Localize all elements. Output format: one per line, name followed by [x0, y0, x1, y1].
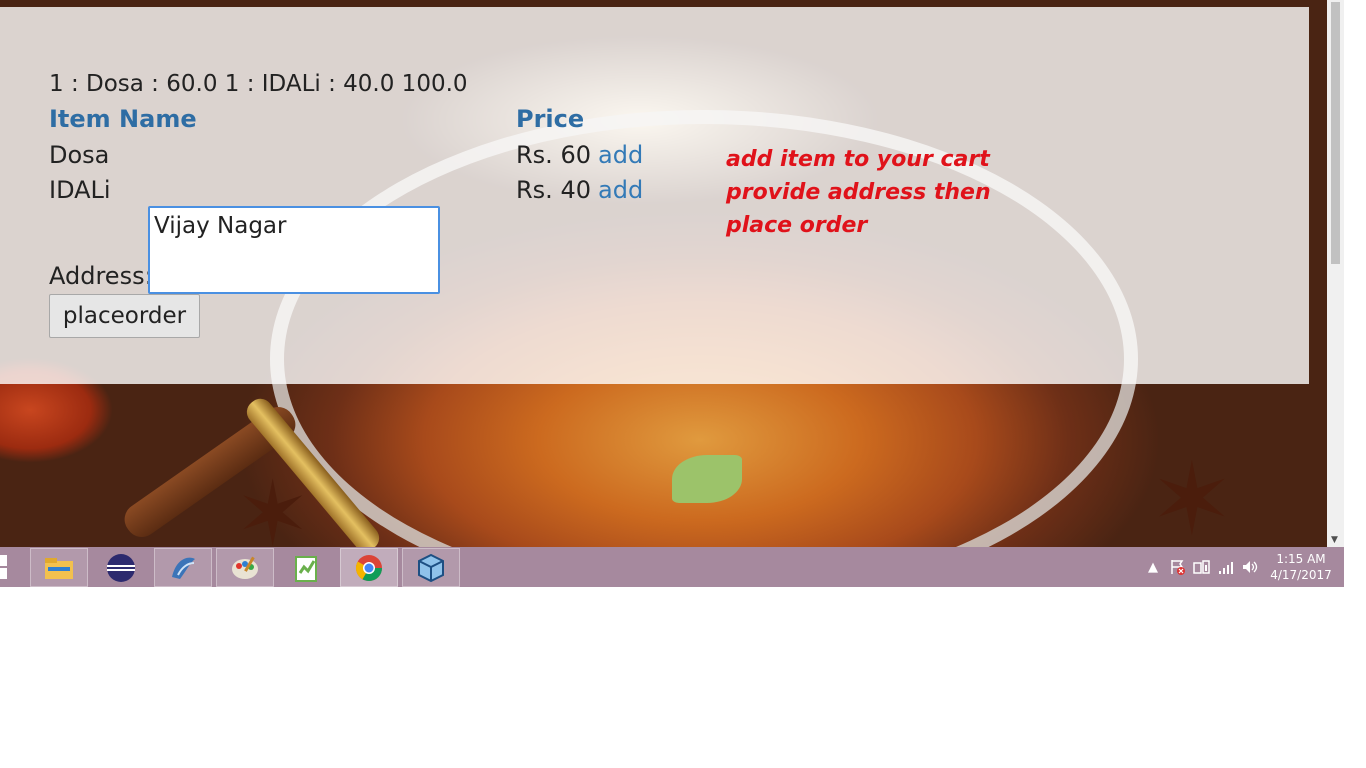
item-name: Dosa — [49, 141, 110, 169]
star-anise-decoration: ✶ — [1150, 441, 1234, 548]
eclipse-icon[interactable] — [92, 548, 150, 587]
chrome-icon[interactable] — [340, 548, 398, 587]
show-hidden-icons-icon[interactable]: ▲ — [1148, 547, 1158, 587]
instructions-text: add item to your cart provide address th… — [726, 143, 991, 242]
place-order-button[interactable]: placeorder — [49, 294, 200, 338]
virtualbox-icon[interactable] — [402, 548, 460, 587]
star-anise-decoration: ✶ — [235, 462, 311, 548]
instruction-line: place order — [726, 213, 868, 238]
browser-viewport: ✶ ✶ 1 : Dosa : 60.0 1 : IDALi : 40.0 100… — [0, 0, 1327, 547]
item-price: Rs. 60 — [516, 141, 591, 169]
network-signal-icon[interactable] — [1218, 547, 1234, 587]
order-panel: 1 : Dosa : 60.0 1 : IDALi : 40.0 100.0 I… — [0, 7, 1309, 384]
volume-icon[interactable] — [1241, 547, 1259, 587]
item-price: Rs. 40 — [516, 176, 591, 204]
windows-taskbar: ▲ 1:15 AM 4/17/2017 — [0, 547, 1344, 587]
clock-time: 1:15 AM — [1276, 552, 1326, 566]
power-battery-icon[interactable] — [1193, 547, 1211, 587]
item-name: IDALi — [49, 176, 111, 204]
paint-icon[interactable] — [216, 548, 274, 587]
scroll-down-arrow-icon[interactable]: ▼ — [1331, 535, 1338, 545]
clock-date: 4/17/2017 — [1270, 568, 1332, 582]
mysql-workbench-icon[interactable] — [154, 548, 212, 587]
price-header: Price — [516, 105, 585, 133]
add-idali-link[interactable]: add — [598, 176, 643, 204]
windows-start-icon[interactable] — [0, 555, 16, 579]
action-center-flag-icon[interactable] — [1170, 547, 1186, 587]
page-scrollbar[interactable]: ▼ — [1327, 0, 1344, 547]
address-input[interactable]: Vijay Nagar — [148, 206, 440, 294]
scrollbar-thumb[interactable] — [1331, 2, 1340, 264]
herb-leaf-decoration — [672, 455, 742, 503]
file-explorer-icon[interactable] — [30, 548, 88, 587]
item-name-header: Item Name — [49, 105, 197, 133]
add-dosa-link[interactable]: add — [598, 141, 643, 169]
address-label: Address: — [49, 262, 153, 290]
instruction-line: add item to your cart — [726, 147, 990, 172]
taskbar-clock[interactable]: 1:15 AM 4/17/2017 — [1268, 551, 1334, 583]
instruction-line: provide address then — [726, 180, 991, 205]
cart-summary: 1 : Dosa : 60.0 1 : IDALi : 40.0 100.0 — [49, 71, 468, 97]
notepad-plus-plus-icon[interactable] — [278, 548, 336, 587]
